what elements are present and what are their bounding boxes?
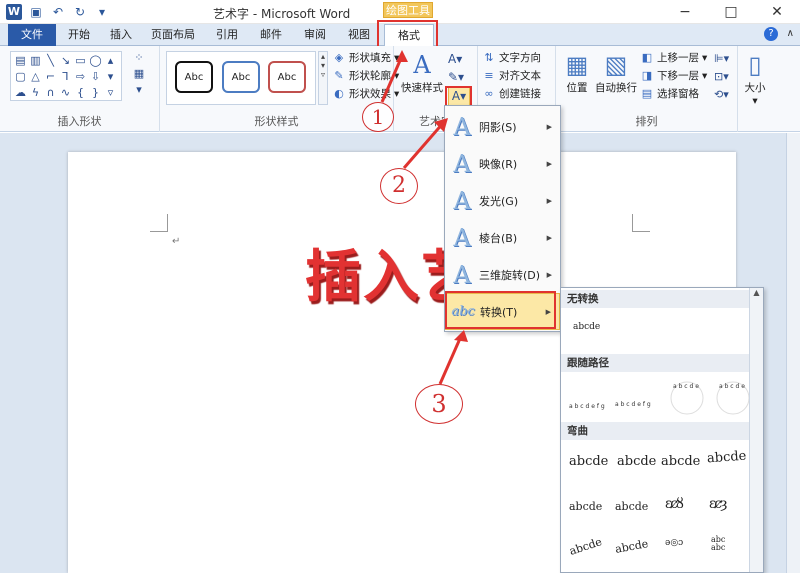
- step-3-marker: 3: [415, 384, 463, 424]
- arrow-1: [380, 55, 404, 103]
- arrow-2: [402, 121, 446, 169]
- step-1-marker: 1: [362, 102, 394, 132]
- arrow-1-head: [396, 50, 408, 62]
- arrow-3-head: [454, 330, 468, 342]
- annotation-arrows: [380, 50, 468, 385]
- step-2-marker: 2: [380, 168, 418, 204]
- arrow-3: [438, 333, 464, 385]
